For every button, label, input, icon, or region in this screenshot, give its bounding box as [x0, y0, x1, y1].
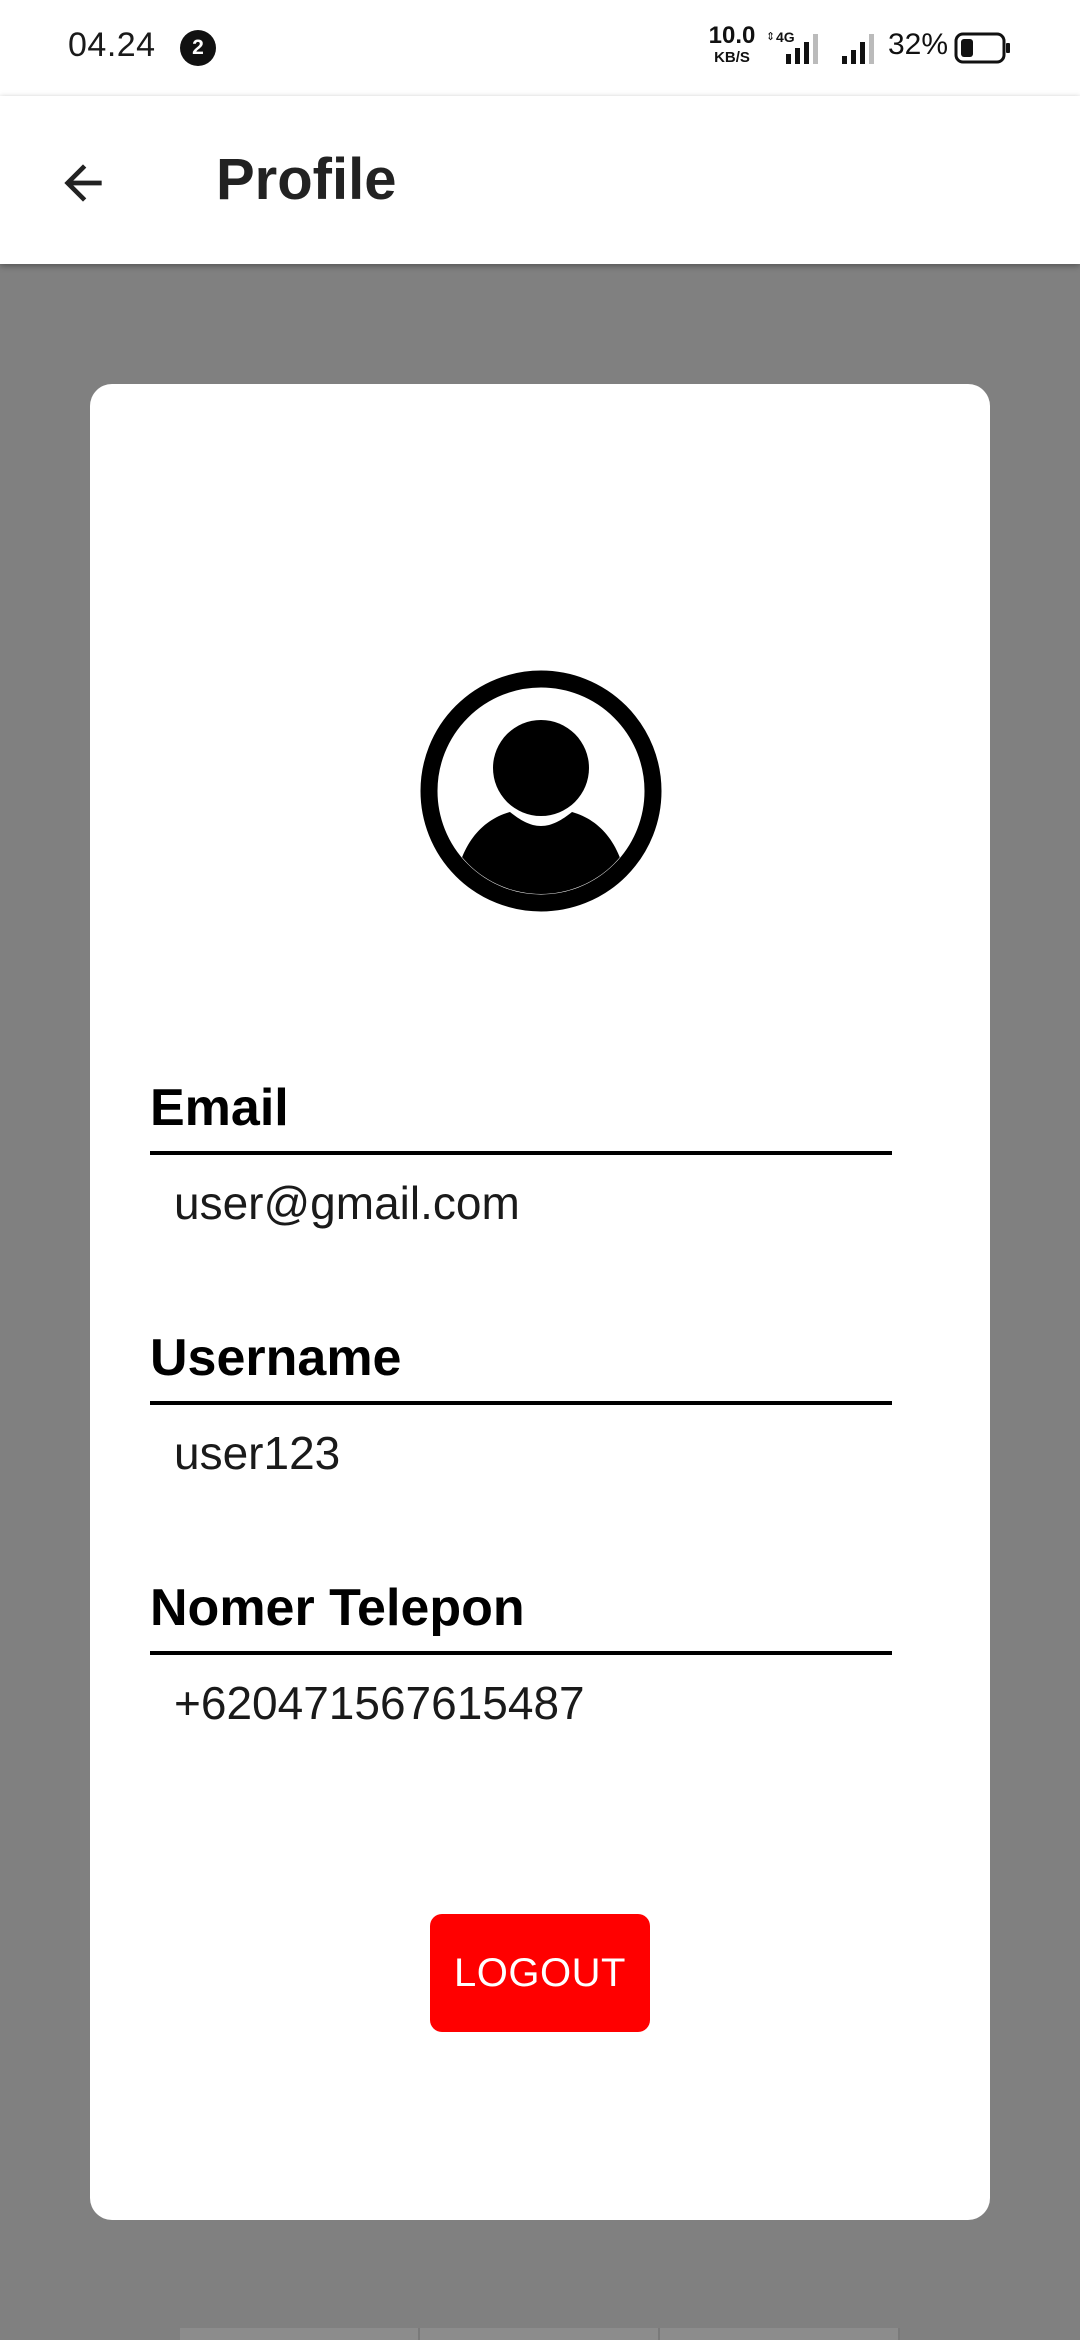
email-value: user@gmail.com	[174, 1177, 520, 1229]
username-label: Username	[150, 1329, 892, 1406]
svg-text:⇕: ⇕	[766, 30, 775, 43]
profile-card: Email user@gmail.com Username user123 No…	[90, 384, 990, 2220]
svg-text:4G: 4G	[776, 29, 795, 45]
battery-percent: 32%	[888, 28, 949, 61]
network-speed-unit: KB/S	[714, 49, 750, 66]
notification-count-badge: 2	[180, 30, 216, 66]
logout-button[interactable]: LOGOUT	[430, 1914, 650, 2032]
bottom-partial-bar	[180, 2328, 900, 2340]
arrow-left-icon	[64, 164, 102, 202]
signal-strength-icon	[842, 34, 874, 64]
network-speed-value: 10.0	[708, 22, 756, 49]
page-title: Profile	[216, 147, 397, 212]
back-button[interactable]	[40, 140, 126, 226]
phone-label: Nomer Telepon	[150, 1579, 892, 1656]
phone-value: +620471567615487	[174, 1677, 585, 1729]
battery-icon	[954, 32, 1010, 64]
username-value: user123	[174, 1427, 341, 1479]
app-bar: Profile	[0, 96, 1080, 264]
mobile-data-4g-signal-icon: ⇕ 4G	[766, 29, 818, 64]
account-circle-icon	[420, 670, 662, 912]
status-bar: 04.24 2 10.0 KB/S ⇕ 4G 32%	[0, 0, 1080, 96]
email-label: Email	[150, 1079, 892, 1156]
status-time: 04.24	[68, 26, 156, 64]
network-speed: 10.0 KB/S	[704, 22, 760, 66]
